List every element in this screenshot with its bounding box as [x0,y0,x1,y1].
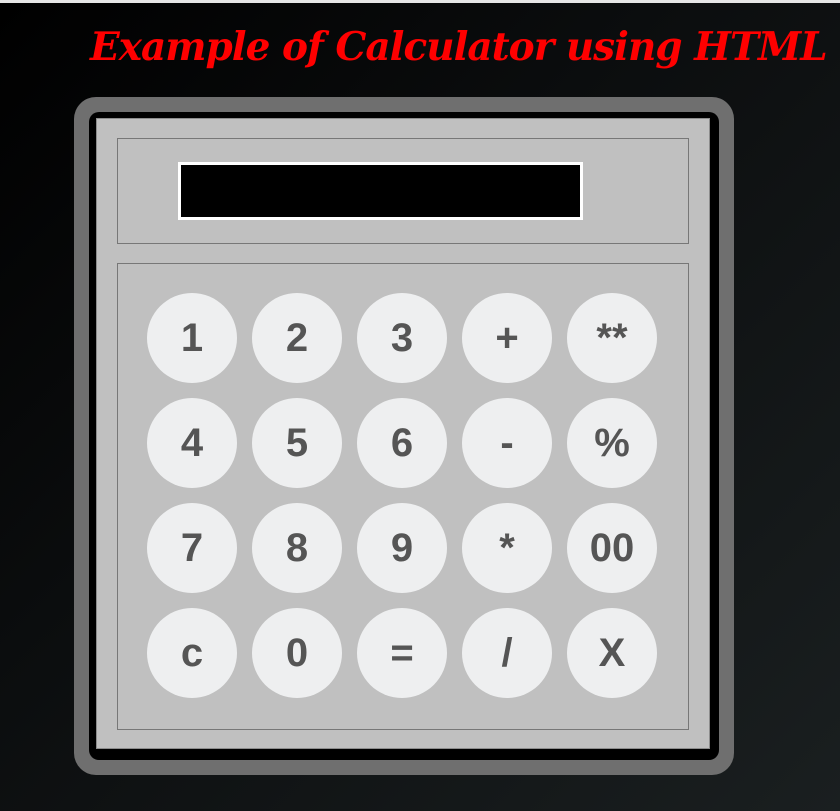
key-8-button[interactable]: 8 [252,503,342,593]
key-6-button[interactable]: 6 [357,398,447,488]
page-title: Example of Calculator using HTML [90,24,828,70]
keypad-panel: 1 2 3 + ** 4 5 6-% 7 8 9 * 00 c 0 = / X [117,263,689,730]
display-panel [117,138,689,244]
calculator-frame: 1 2 3 + ** 4 5 6-% 7 8 9 * 00 c 0 = / X [74,97,734,775]
display-field[interactable] [178,162,583,220]
key-1-button[interactable]: 1 [147,293,237,383]
key-7-button[interactable]: 7 [147,503,237,593]
key-percent-button[interactable]: % [567,398,657,488]
key-0-button[interactable]: 0 [252,608,342,698]
key-4-button[interactable]: 4 [147,398,237,488]
top-strip [0,0,840,3]
key-backspace-button[interactable]: X [567,608,657,698]
keypad-grid: 1 2 3 + ** 4 5 6-% 7 8 9 * 00 c 0 = / X [147,293,657,698]
key-multiply-button[interactable]: * [462,503,552,593]
calculator-inner-border: 1 2 3 + ** 4 5 6-% 7 8 9 * 00 c 0 = / X [89,112,719,760]
key-minus-button[interactable]: - [462,398,552,488]
calculator-body: 1 2 3 + ** 4 5 6-% 7 8 9 * 00 c 0 = / X [96,118,710,749]
key-5-button[interactable]: 5 [252,398,342,488]
key-2-button[interactable]: 2 [252,293,342,383]
key-power-button[interactable]: ** [567,293,657,383]
key-divide-button[interactable]: / [462,608,552,698]
key-double-zero-button[interactable]: 00 [567,503,657,593]
key-3-button[interactable]: 3 [357,293,447,383]
key-clear-button[interactable]: c [147,608,237,698]
key-equals-button[interactable]: = [357,608,447,698]
key-plus-button[interactable]: + [462,293,552,383]
key-9-button[interactable]: 9 [357,503,447,593]
